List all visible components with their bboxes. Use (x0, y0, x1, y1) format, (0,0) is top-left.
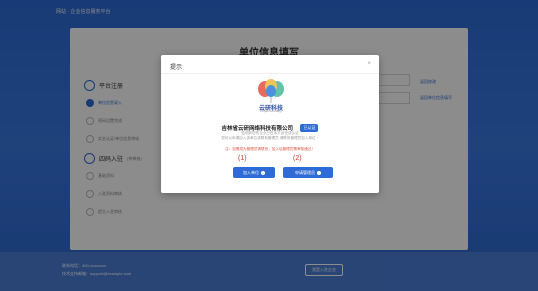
company-logo: 云研科技 Yunyan Technology (251, 77, 291, 117)
close-icon[interactable]: × (367, 61, 371, 67)
arrow-right-icon: › (317, 170, 321, 175)
balloon-logo-icon (258, 79, 284, 103)
info-line-2: 您可以申请加入该单位或联系管理员 请联系管理员加入单位 ~ (221, 136, 319, 140)
logo-text-en: Yunyan Technology (260, 110, 282, 113)
warning-text: 注：如需成为管理员请联系，加入后管理员需审核通过！ (225, 147, 315, 151)
join-unit-label: 加入单位 (243, 169, 259, 175)
prompt-dialog: 提示 × 云研科技 Yunyan Technology 吉林省云研网络科技有限公… (161, 55, 379, 193)
join-unit-button[interactable]: 加入单位 › (233, 167, 275, 178)
apply-admin-button[interactable]: 申请管理员 › (283, 167, 333, 178)
arrow-right-icon: › (261, 170, 265, 175)
divider (161, 73, 379, 74)
apply-admin-label: 申请管理员 (295, 169, 315, 175)
dialog-title: 提示 (170, 65, 183, 71)
info-text: 检测到您的企业已在本平台完成认证 您可以申请加入该单位或联系管理员 请联系管理员… (161, 131, 379, 141)
marker-2: (2) (293, 155, 302, 162)
annotation-markers: (1) (2) (161, 155, 379, 165)
marker-1: (1) (238, 155, 247, 162)
